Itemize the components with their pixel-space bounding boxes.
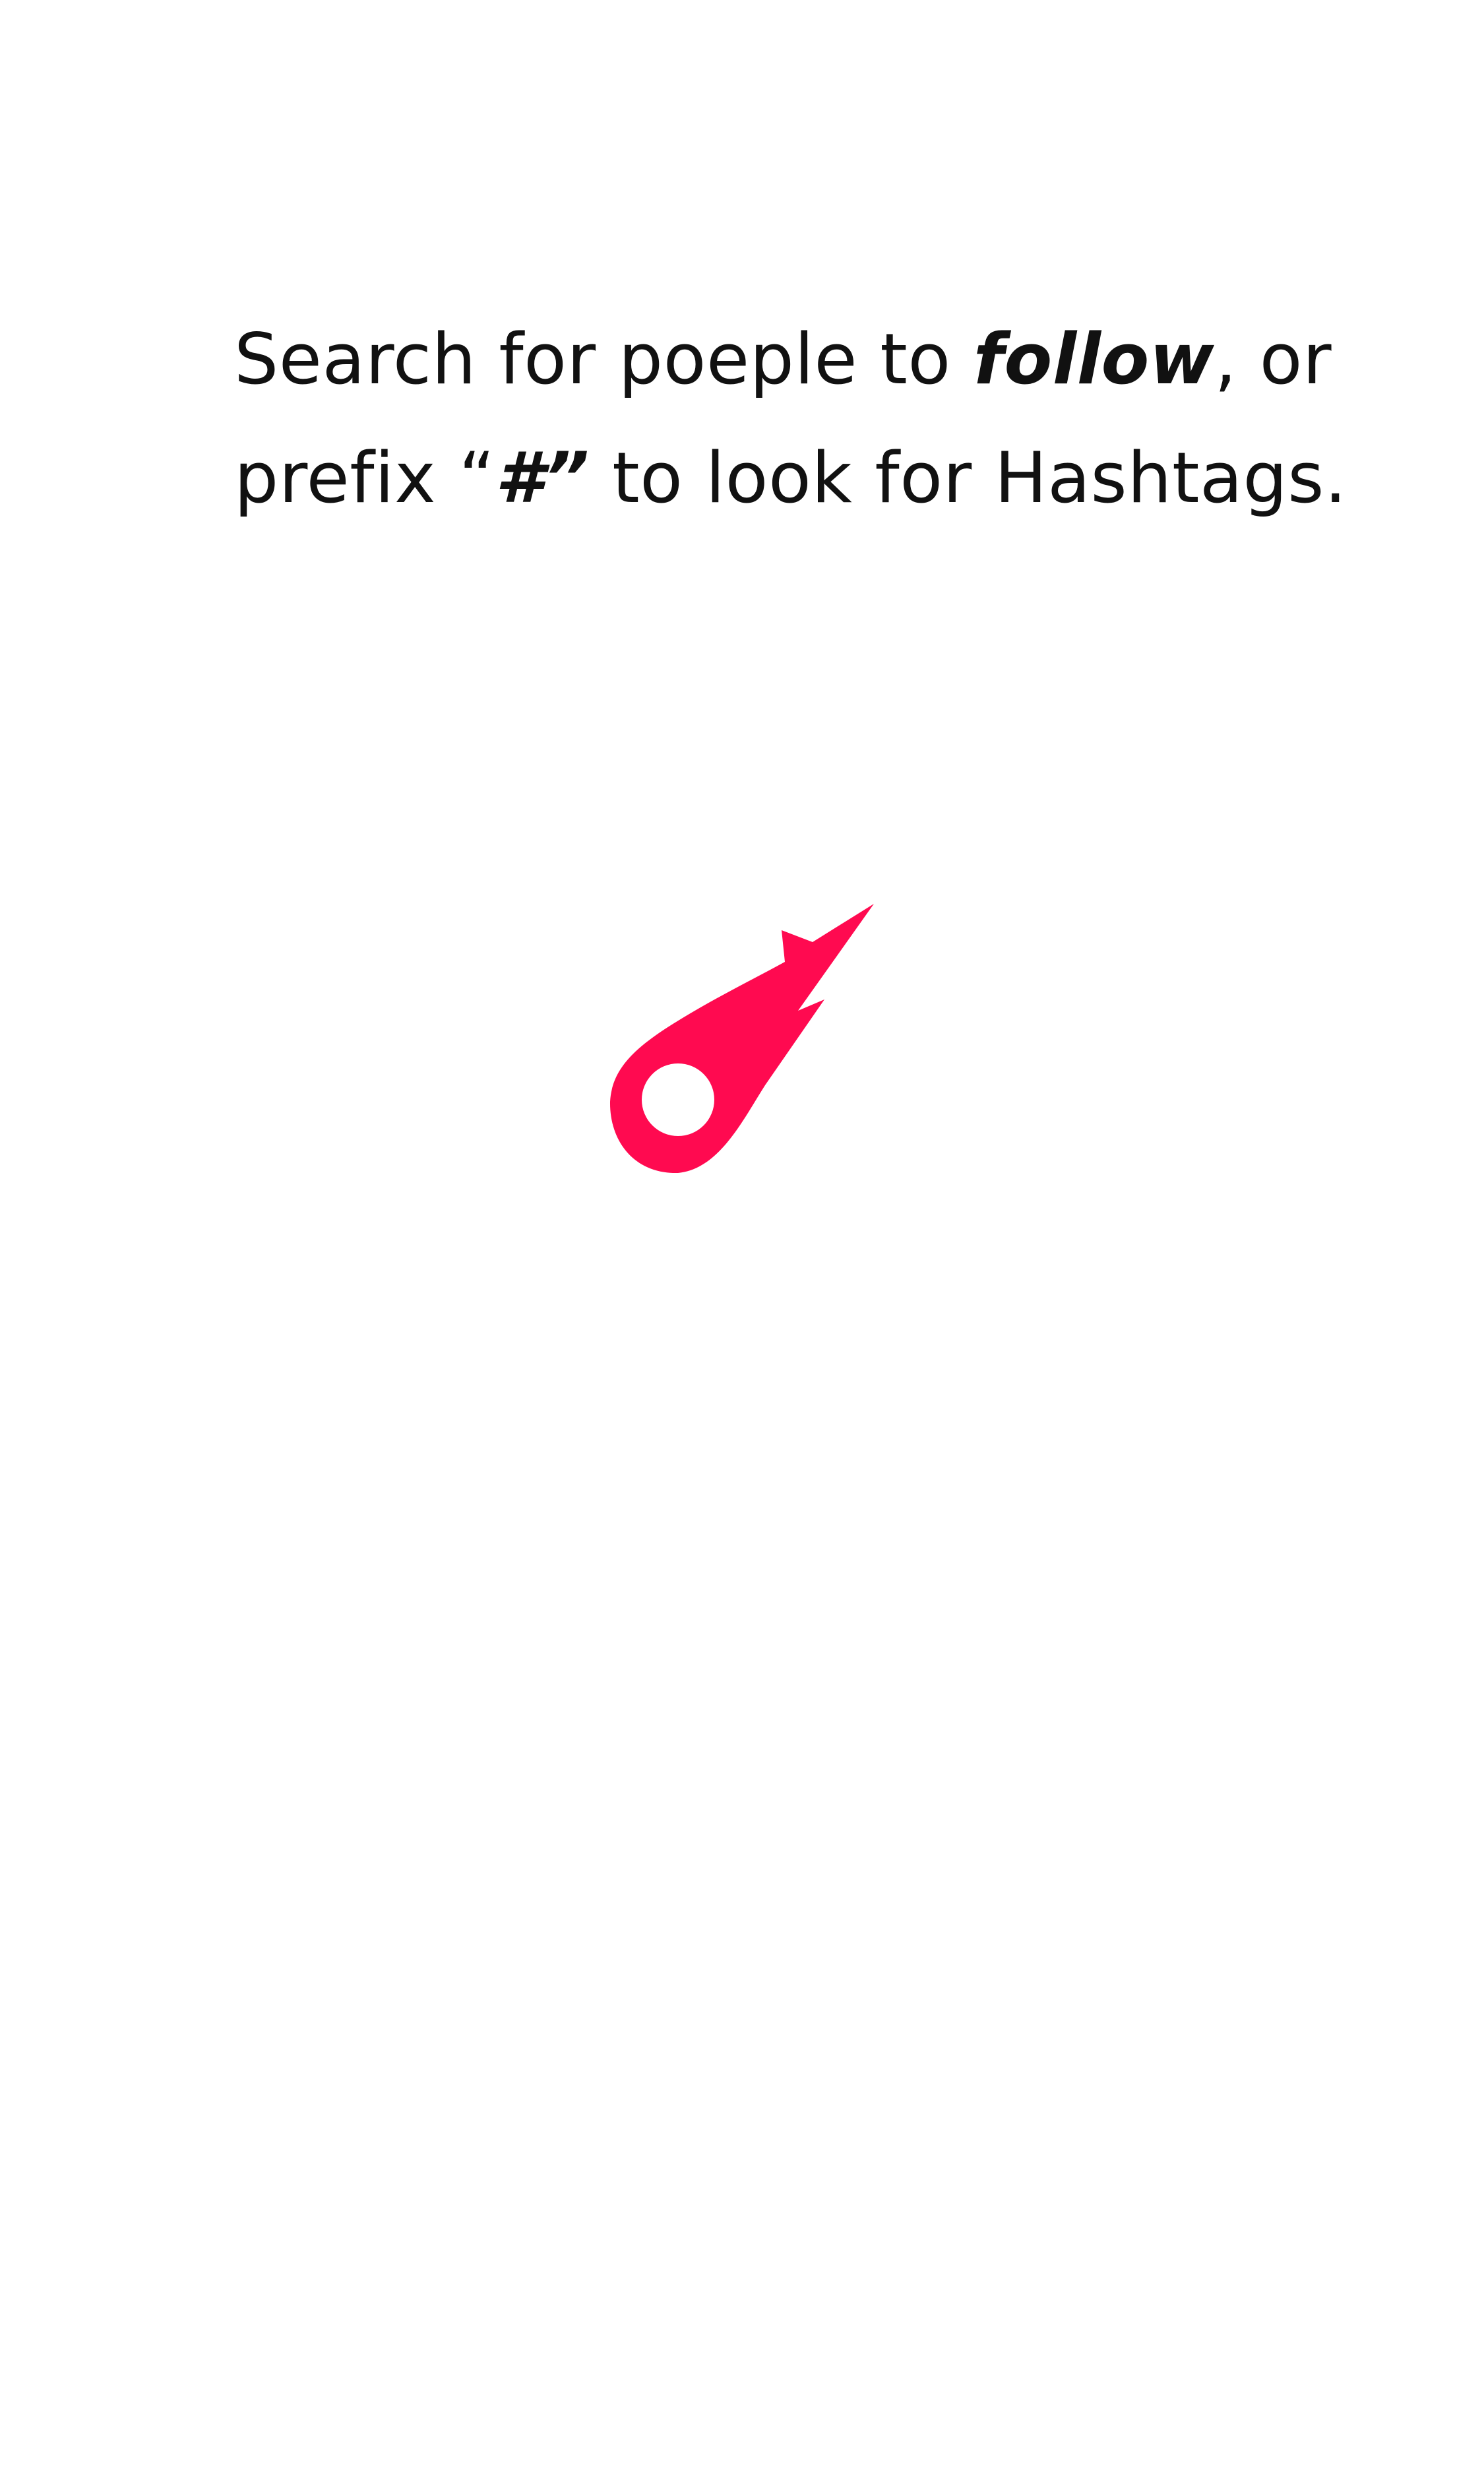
follow-emphasis: follow [973, 319, 1215, 400]
search-hint-text: to look for Hashtags. [589, 437, 1347, 519]
search-hint-line-1: Search for poeple to follow, or [234, 300, 1332, 419]
search-hint-text: prefix “ [234, 437, 495, 519]
search-hint-text: Search for poeple to [234, 319, 974, 400]
comet-shape [609, 904, 874, 1174]
search-hint: Search for poeple to follow, or prefix “… [234, 300, 1347, 538]
search-hint-text: , or [1214, 319, 1332, 400]
hashtag-emphasis: #” [495, 437, 590, 519]
search-hint-line-2: prefix “#” to look for Hashtags. [234, 419, 1347, 538]
comet-icon [609, 904, 874, 1174]
